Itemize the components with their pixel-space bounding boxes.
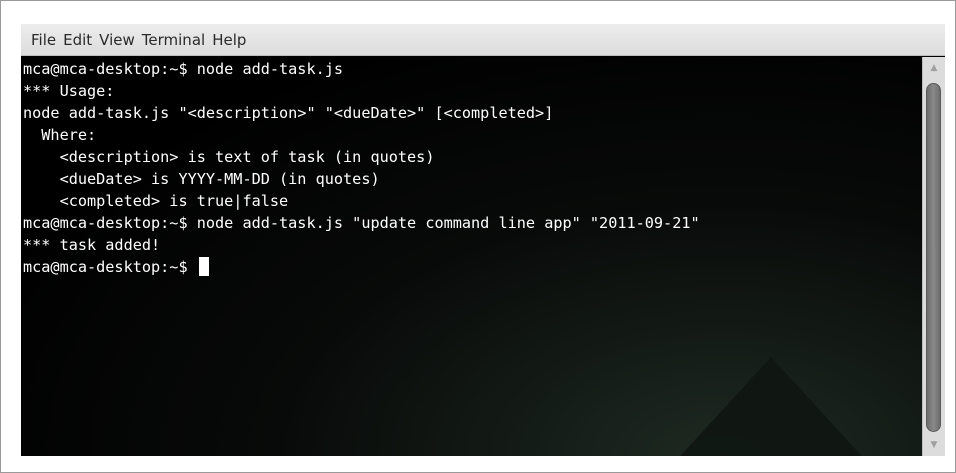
screenshot-frame: File Edit View Terminal Help mca@mca-des… xyxy=(0,0,956,473)
terminal-line: *** task added! xyxy=(23,236,161,254)
menu-view[interactable]: View xyxy=(99,31,135,49)
scroll-up-arrow-icon[interactable]: ▲ xyxy=(923,61,945,75)
terminal-output[interactable]: mca@mca-desktop:~$ node add-task.js *** U… xyxy=(21,57,922,456)
terminal-line: <dueDate> is YYYY-MM-DD (in quotes) xyxy=(23,170,380,188)
menu-bar: File Edit View Terminal Help xyxy=(21,24,945,56)
vertical-scrollbar[interactable]: ▲ ▼ xyxy=(922,57,945,456)
menu-file[interactable]: File xyxy=(31,31,56,49)
prompt-line: mca@mca-desktop:~$ xyxy=(23,256,700,278)
background-hill xyxy=(661,357,881,456)
terminal-line: node add-task.js "<description>" "<dueDa… xyxy=(23,104,554,122)
menu-help[interactable]: Help xyxy=(212,31,246,49)
prompt: mca@mca-desktop:~$ xyxy=(23,258,197,276)
terminal-line: mca@mca-desktop:~$ node add-task.js xyxy=(23,60,344,78)
menu-terminal[interactable]: Terminal xyxy=(142,31,205,49)
terminal-line: <completed> is true|false xyxy=(23,192,289,210)
menu-edit[interactable]: Edit xyxy=(63,31,92,49)
terminal-line: <description> is text of task (in quotes… xyxy=(23,148,435,166)
scroll-down-arrow-icon[interactable]: ▼ xyxy=(923,438,945,452)
terminal-line: mca@mca-desktop:~$ node add-task.js "upd… xyxy=(23,214,700,232)
terminal-line: *** Usage: xyxy=(23,82,115,100)
scrollbar-thumb[interactable] xyxy=(926,83,941,432)
text-cursor xyxy=(198,257,209,276)
terminal-window: File Edit View Terminal Help mca@mca-des… xyxy=(21,24,945,456)
terminal-line: Where: xyxy=(23,126,97,144)
